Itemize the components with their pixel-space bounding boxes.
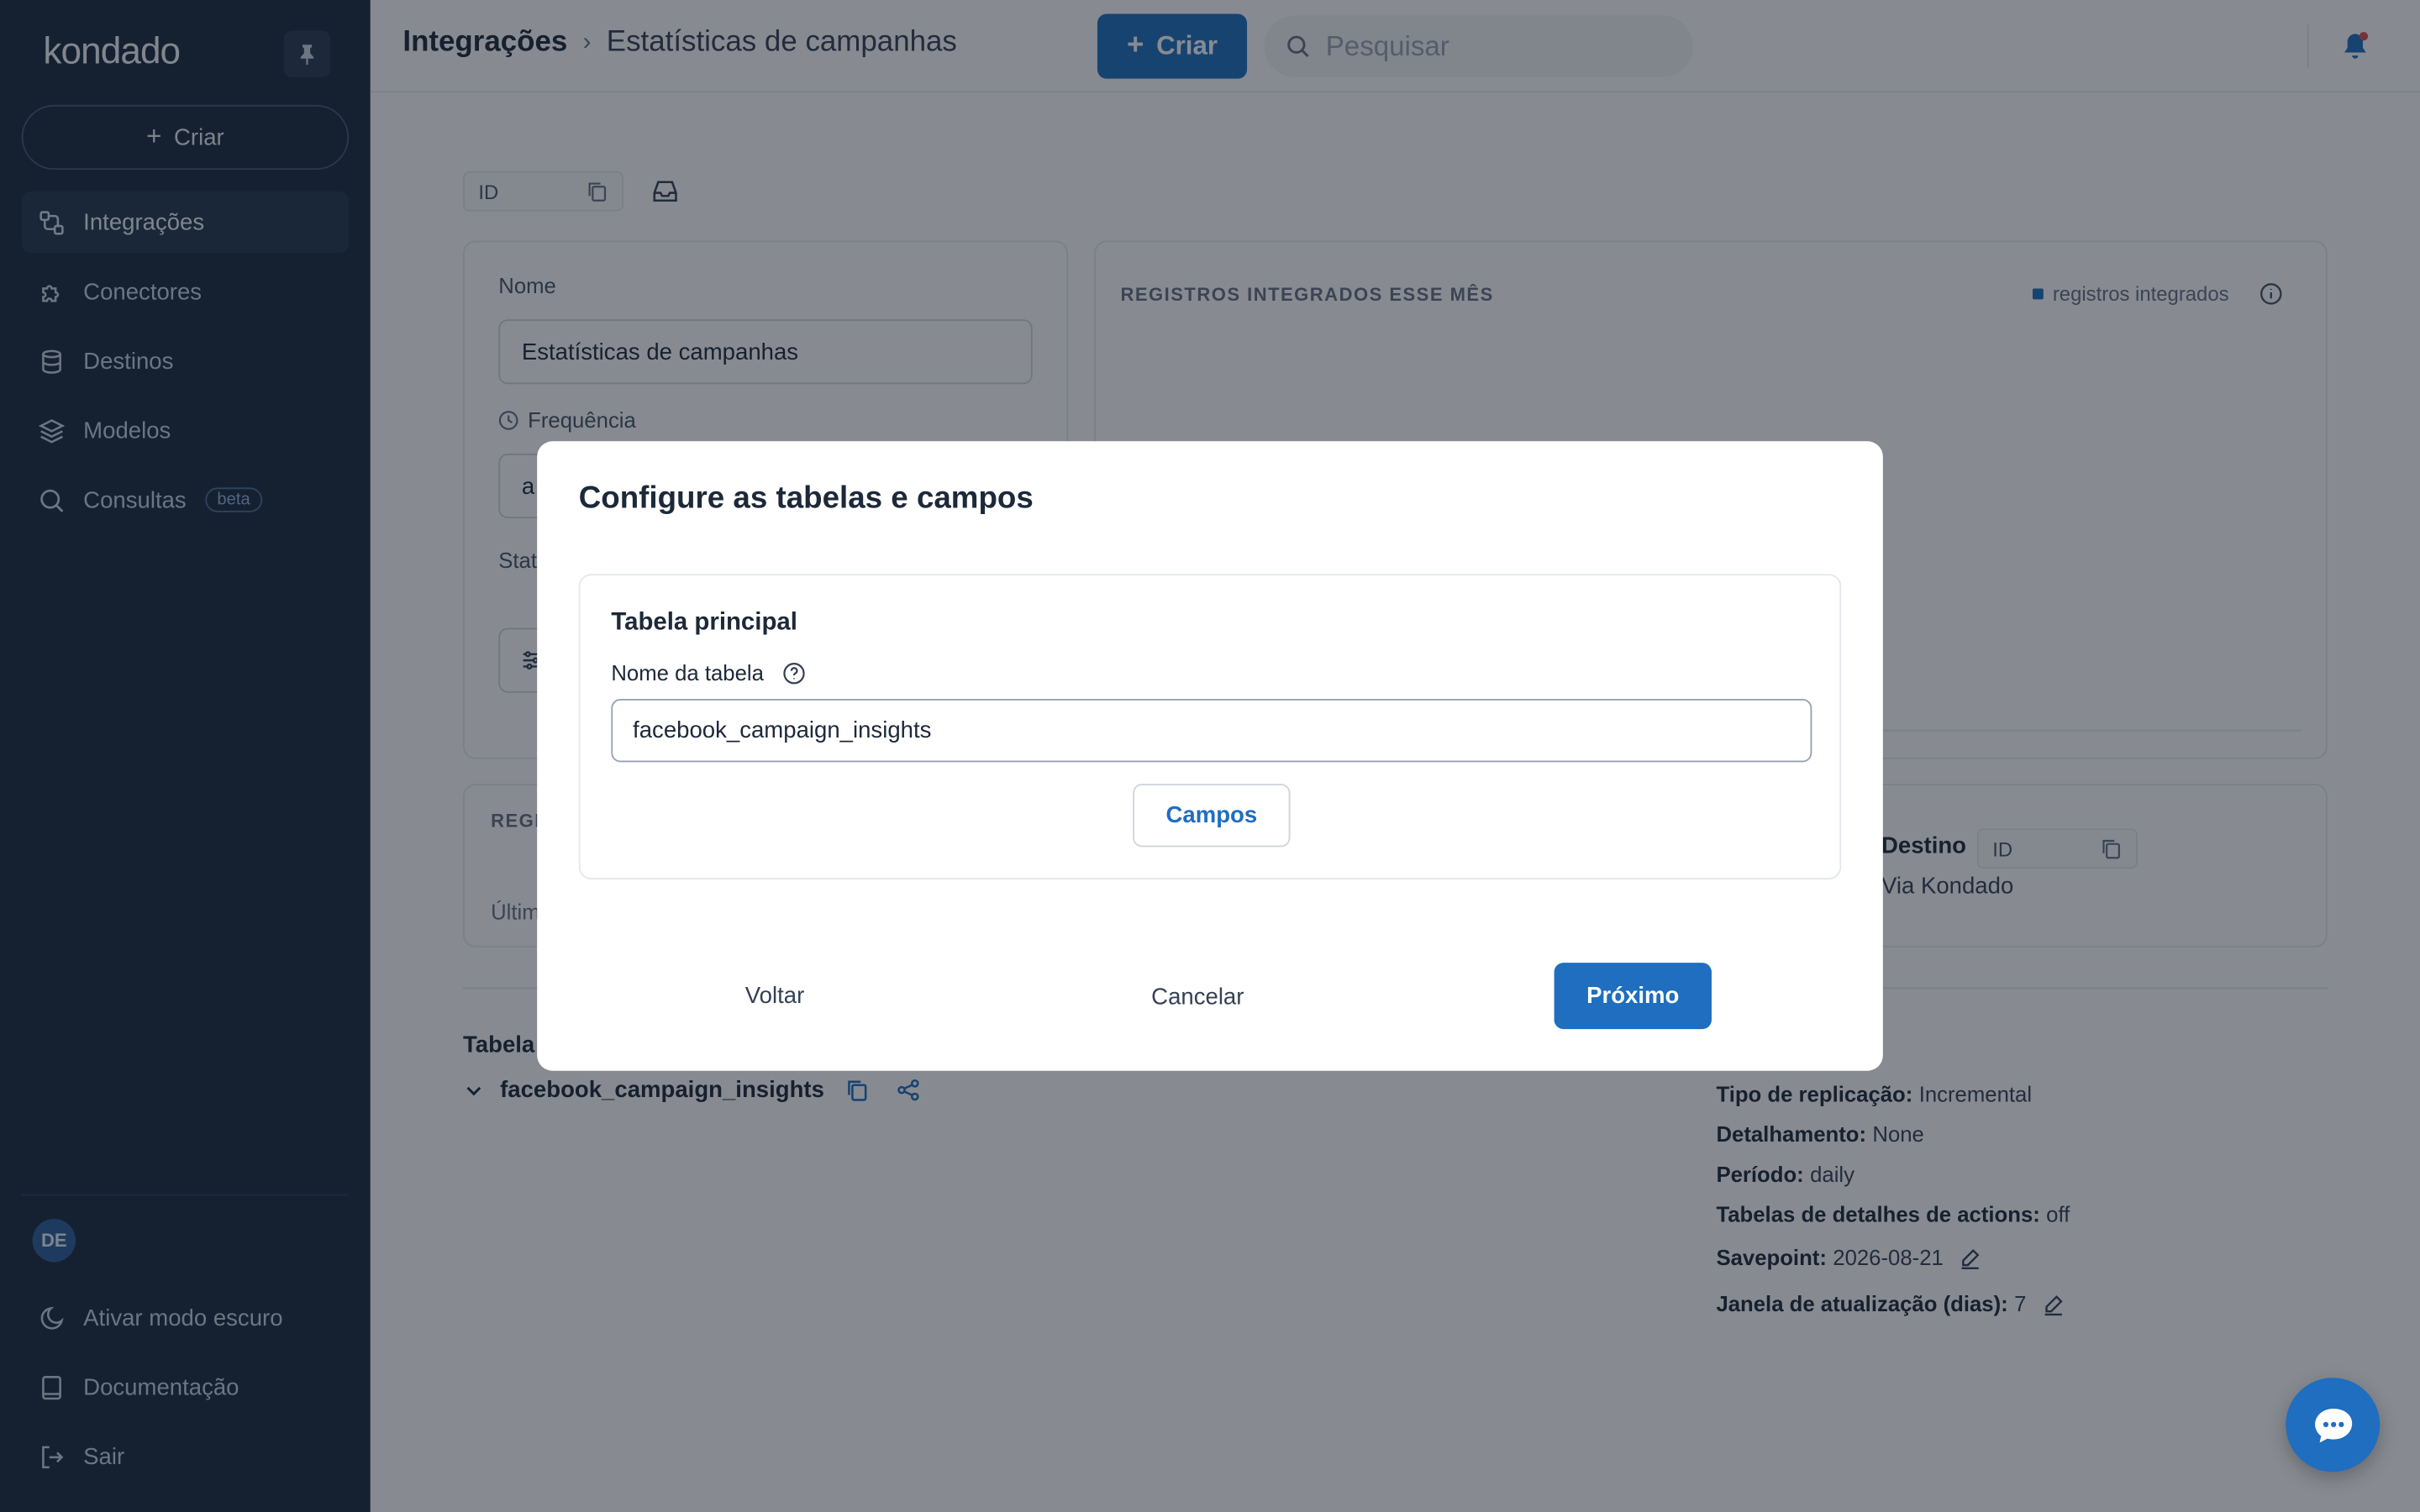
configure-tables-modal: Configure as tabelas e campos Tabela pri… <box>537 441 1883 1071</box>
chat-icon <box>2314 1408 2352 1442</box>
back-button[interactable]: Voltar <box>713 963 837 1027</box>
modal-title: Configure as tabelas e campos <box>578 481 1034 516</box>
section-title: Tabela principal <box>611 609 797 636</box>
cancel-button[interactable]: Cancelar <box>1127 964 1269 1029</box>
chat-button[interactable] <box>2286 1378 2381 1473</box>
table-name-input[interactable] <box>611 699 1812 763</box>
help-icon[interactable] <box>782 661 806 685</box>
table-name-label: Nome da tabela <box>611 660 764 685</box>
main-table-section: Tabela principal Nome da tabela Campos <box>578 574 1842 879</box>
table-name-label-row: Nome da tabela <box>611 660 805 685</box>
next-button[interactable]: Próximo <box>1554 963 1712 1030</box>
fields-button[interactable]: Campos <box>1133 784 1291 848</box>
